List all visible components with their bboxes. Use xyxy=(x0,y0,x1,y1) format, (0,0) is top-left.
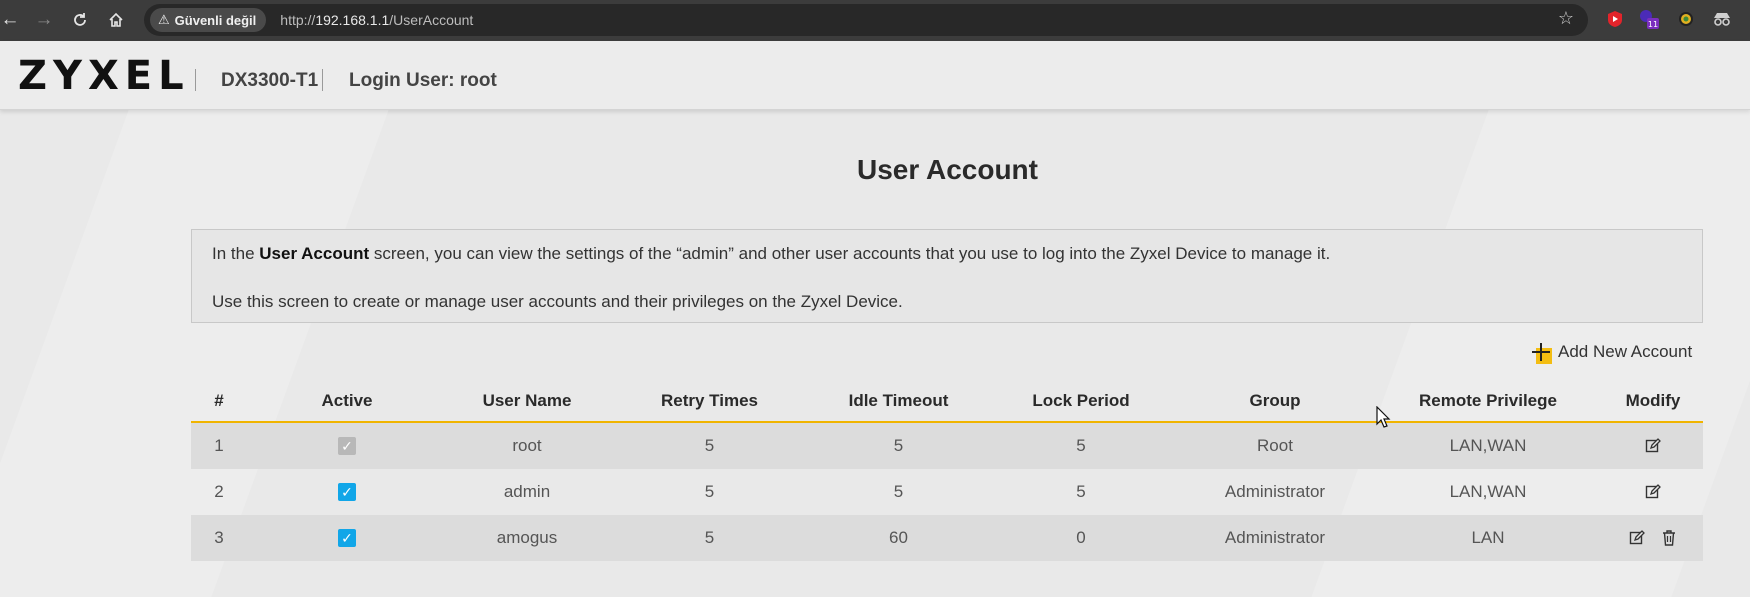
home-icon[interactable] xyxy=(103,7,129,33)
table-row: 3 ✓ amogus 5 60 0 Administrator LAN xyxy=(191,515,1703,561)
url-scheme: http:// xyxy=(280,12,316,28)
bookmark-star-icon[interactable]: ☆ xyxy=(1558,8,1574,29)
cell-retry: 5 xyxy=(704,436,715,455)
zyxel-logo: ZYXEL xyxy=(18,53,190,99)
header-group: Group xyxy=(1249,390,1301,410)
cell-idle: 5 xyxy=(893,482,904,501)
header-index: # xyxy=(214,390,224,410)
cell-modify xyxy=(1603,515,1703,561)
description-rest: screen, you can view the settings of the… xyxy=(369,244,1331,263)
color-extension-icon[interactable] xyxy=(1675,8,1697,30)
edit-icon[interactable] xyxy=(1626,527,1648,549)
active-checkbox[interactable]: ✓ xyxy=(338,483,356,501)
cell-username: admin xyxy=(503,482,551,501)
table-row: 2 ✓ admin 5 5 5 Administrator LAN,WAN xyxy=(191,469,1703,515)
active-checkbox[interactable]: ✓ xyxy=(338,529,356,547)
table-body: 1 ✓ root 5 5 5 Root LAN,WAN 2 ✓ admin 5 5 5 Administra… xyxy=(191,423,1703,561)
table-header: # Active User Name Retry Times Idle Time… xyxy=(191,380,1703,423)
user-account-table: # Active User Name Retry Times Idle Time… xyxy=(191,380,1703,561)
incognito-icon[interactable] xyxy=(1711,8,1733,30)
cell-retry: 5 xyxy=(704,482,715,501)
header-username: User Name xyxy=(482,390,572,410)
header-remote-privilege: Remote Privilege xyxy=(1419,390,1557,410)
header-divider xyxy=(195,69,196,91)
table-row: 1 ✓ root 5 5 5 Root LAN,WAN xyxy=(191,423,1703,469)
address-bar[interactable]: ⚠ Güvenli değil http://192.168.1.1/UserA… xyxy=(144,4,1588,36)
cell-remote: LAN xyxy=(1471,528,1505,547)
cell-idle: 5 xyxy=(893,436,904,455)
url-text[interactable]: http://192.168.1.1/UserAccount xyxy=(280,12,473,28)
header-active: Active xyxy=(321,390,373,410)
page-title: User Account xyxy=(856,154,1038,185)
cell-username: amogus xyxy=(496,528,558,547)
plus-icon xyxy=(1532,342,1552,364)
forward-arrow-icon[interactable]: → xyxy=(31,7,57,33)
cell-group: Administrator xyxy=(1224,482,1326,501)
cell-group: Root xyxy=(1257,436,1293,455)
active-checkbox: ✓ xyxy=(338,437,356,455)
extension-badge-count: 11 xyxy=(1648,20,1658,29)
edit-icon[interactable] xyxy=(1642,481,1664,503)
cell-idle: 60 xyxy=(889,528,908,547)
cell-remote: LAN,WAN xyxy=(1449,436,1527,455)
mouse-cursor-icon xyxy=(1376,406,1391,428)
trash-icon[interactable] xyxy=(1658,527,1680,549)
cell-lock: 5 xyxy=(1076,482,1086,501)
description-bold: User Account xyxy=(259,244,370,263)
cell-index: 3 xyxy=(214,528,224,547)
security-chip[interactable]: ⚠ Güvenli değil xyxy=(150,8,267,32)
header-modify: Modify xyxy=(1625,390,1681,410)
description-line-1: In the User Account screen, you can view… xyxy=(212,243,1682,265)
reload-icon[interactable] xyxy=(67,7,93,33)
cell-username: root xyxy=(512,436,542,455)
add-new-account-button[interactable]: Add New Account xyxy=(1532,340,1692,364)
cell-retry: 5 xyxy=(704,528,715,547)
cell-active: ✓ xyxy=(247,515,447,561)
url-path: /UserAccount xyxy=(389,12,474,28)
add-new-account-label: Add New Account xyxy=(1558,342,1693,361)
header-retry-times: Retry Times xyxy=(660,390,758,410)
cell-lock: 5 xyxy=(1076,436,1086,455)
browser-toolbar: ← → ⚠ Güvenli değil http://192.168.1.1/U… xyxy=(0,0,1750,41)
description-box: In the User Account screen, you can view… xyxy=(191,229,1703,323)
security-label: Güvenli değil xyxy=(174,12,257,28)
header-idle-timeout: Idle Timeout xyxy=(848,390,949,410)
description-line-2: Use this screen to create or manage user… xyxy=(212,292,903,311)
cell-group: Administrator xyxy=(1224,528,1326,547)
router-header: ZYXEL DX3300-T1 Login User: root xyxy=(0,41,1750,110)
cell-modify xyxy=(1603,423,1703,469)
header-lock-period: Lock Period xyxy=(1032,390,1130,410)
login-user: Login User: root xyxy=(349,70,497,91)
device-model: DX3300-T1 xyxy=(221,70,319,91)
cell-active: ✓ xyxy=(247,423,447,469)
warning-icon: ⚠ xyxy=(158,12,170,27)
back-arrow-icon[interactable]: ← xyxy=(0,7,23,33)
description-prefix: In the xyxy=(212,244,260,263)
extension-badge-icon[interactable]: 11 xyxy=(1638,8,1660,30)
youtube-extension-icon[interactable] xyxy=(1604,8,1626,30)
cell-active: ✓ xyxy=(247,469,447,515)
cell-remote: LAN,WAN xyxy=(1449,482,1527,501)
url-host: 192.168.1.1 xyxy=(315,12,390,28)
cell-lock: 0 xyxy=(1076,528,1086,547)
cell-modify xyxy=(1603,469,1703,515)
edit-icon[interactable] xyxy=(1642,435,1664,457)
header-divider xyxy=(322,69,323,91)
cell-index: 2 xyxy=(214,482,224,501)
cell-index: 1 xyxy=(214,436,224,455)
